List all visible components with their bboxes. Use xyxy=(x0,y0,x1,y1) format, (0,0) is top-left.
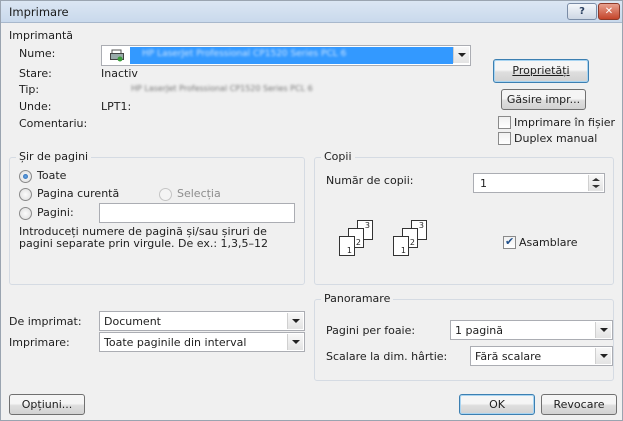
find-printer-button[interactable]: Găsire impr... xyxy=(501,89,586,110)
manual-duplex-label: Duplex manual xyxy=(514,132,598,145)
scale-value: Fără scalare xyxy=(475,350,542,363)
pages-per-sheet-label: Pagini per foaie: xyxy=(326,324,416,337)
all-pages-radio[interactable] xyxy=(19,170,32,183)
print-range-label: Imprimare: xyxy=(9,336,70,349)
copies-count-input[interactable]: 1 xyxy=(473,173,605,193)
options-button[interactable]: Opțiuni... xyxy=(9,394,85,415)
current-page-radio[interactable] xyxy=(19,188,32,201)
zoom-title: Panoramare xyxy=(321,292,394,305)
printer-name-value: HP LaserJet Professional CP1520 Series P… xyxy=(142,49,347,59)
page-range-title: Șir de pagini xyxy=(16,150,92,163)
printer-name-select[interactable]: HP LaserJet Professional CP1520 Series P… xyxy=(101,45,471,66)
ok-button[interactable]: OK xyxy=(459,394,535,415)
comment-label: Comentariu: xyxy=(19,117,88,130)
type-label: Tip: xyxy=(19,83,40,96)
print-what-select[interactable]: Document xyxy=(99,311,305,331)
pages-radio[interactable] xyxy=(19,207,32,220)
chevron-down-icon[interactable] xyxy=(287,334,303,350)
properties-button[interactable]: Proprietăți xyxy=(493,59,589,83)
scale-select[interactable]: Fără scalare xyxy=(470,346,613,366)
pages-per-sheet-select[interactable]: 1 pagină xyxy=(450,320,613,340)
collate-page: 1 xyxy=(393,236,409,256)
copies-count-value: 1 xyxy=(480,177,487,190)
pages-per-sheet-value: 1 pagină xyxy=(455,324,503,337)
status-label: Stare: xyxy=(19,67,52,80)
where-label: Unde: xyxy=(19,100,52,113)
scale-label: Scalare la dim. hârtie: xyxy=(326,350,448,363)
where-value: LPT1: xyxy=(101,100,132,113)
chevron-down-icon[interactable] xyxy=(453,47,469,63)
close-button[interactable]: ✕ xyxy=(598,3,620,20)
title-bar: Imprimare ? ✕ xyxy=(1,1,622,23)
print-range-value: Toate paginile din interval xyxy=(104,336,247,349)
print-what-value: Document xyxy=(104,315,161,328)
selection-radio[interactable] xyxy=(159,188,172,201)
properties-button-label: Proprietăți xyxy=(512,64,570,77)
type-value: HP LaserJet Professional CP1520 Series P… xyxy=(131,84,313,93)
window-title: Imprimare xyxy=(9,5,69,19)
print-dialog: Imprimare ? ✕ Imprimantă Nume: HP LaserJ… xyxy=(0,0,623,421)
cancel-button[interactable]: Revocare xyxy=(541,394,617,415)
selection-label: Selecția xyxy=(177,187,221,200)
copies-title: Copii xyxy=(321,150,355,163)
chevron-down-icon[interactable] xyxy=(595,322,611,338)
collate-checkbox[interactable] xyxy=(503,235,516,249)
printer-icon xyxy=(110,49,124,62)
zoom-group: Panoramare xyxy=(314,292,614,381)
chevron-down-icon[interactable] xyxy=(595,348,611,364)
collate-page: 1 xyxy=(339,236,355,256)
help-button[interactable]: ? xyxy=(567,3,597,20)
page-range-hint: Introduceți numere de pagină și/sau șiru… xyxy=(19,225,269,250)
pages-label: Pagini: xyxy=(37,206,74,219)
printer-name-label: Nume: xyxy=(19,47,56,60)
print-range-select[interactable]: Toate paginile din interval xyxy=(99,332,305,352)
all-pages-label: Toate xyxy=(37,169,67,182)
print-to-file-checkbox[interactable] xyxy=(498,116,511,129)
status-value: Inactiv xyxy=(101,67,138,80)
pages-input[interactable] xyxy=(99,203,295,223)
collate-label: Asamblare xyxy=(519,236,578,249)
printer-group-title: Imprimantă xyxy=(9,29,74,42)
print-to-file-label: Imprimare în fișier xyxy=(514,116,616,129)
copies-count-label: Număr de copii: xyxy=(326,174,414,187)
manual-duplex-checkbox[interactable] xyxy=(498,132,511,145)
copies-spinner[interactable] xyxy=(588,175,603,191)
chevron-down-icon[interactable] xyxy=(287,313,303,329)
current-page-label: Pagina curentă xyxy=(37,187,120,200)
print-what-label: De imprimat: xyxy=(9,315,82,328)
